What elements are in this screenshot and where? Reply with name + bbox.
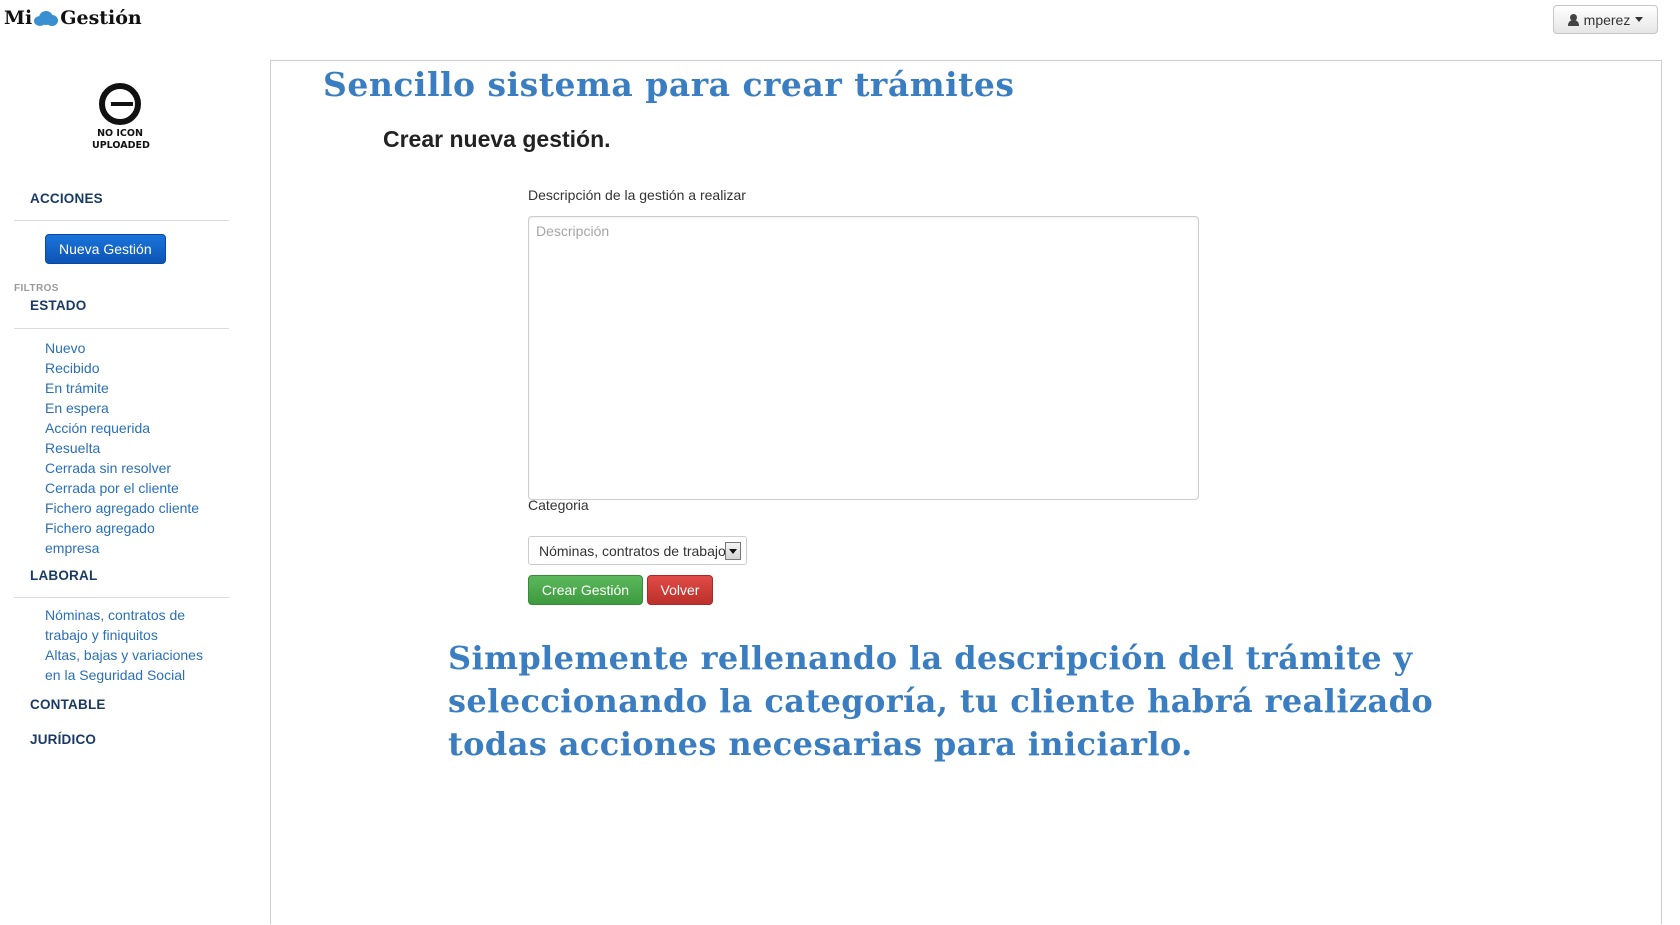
filter-nuevo[interactable]: Nuevo bbox=[45, 338, 199, 358]
filter-cerrada-por-cliente[interactable]: Cerrada por el cliente bbox=[45, 478, 199, 498]
category-altas-bajas[interactable]: Altas, bajas y variaciones bbox=[45, 645, 203, 665]
filter-en-tramite[interactable]: En trámite bbox=[45, 378, 199, 398]
filter-fichero-agregado-cliente[interactable]: Fichero agregado cliente bbox=[45, 498, 199, 518]
estado-filter-list: Nuevo Recibido En trámite En espera Acci… bbox=[45, 338, 199, 558]
brand-text-gestion: Gestión bbox=[60, 7, 142, 29]
filter-fichero-agregado-empresa-cont[interactable]: empresa bbox=[45, 538, 199, 558]
no-icon-text-line1: NO ICON bbox=[97, 128, 143, 139]
category-select[interactable]: Nóminas, contratos de trabajo y finiquit… bbox=[528, 536, 747, 565]
filter-cerrada-sin-resolver[interactable]: Cerrada sin resolver bbox=[45, 458, 199, 478]
category-altas-bajas-cont[interactable]: en la Seguridad Social bbox=[45, 665, 203, 685]
marketing-callout: Simplemente rellenando la descripción de… bbox=[448, 639, 1434, 763]
user-menu-button[interactable]: mperez bbox=[1553, 5, 1658, 34]
description-textarea[interactable] bbox=[528, 216, 1199, 500]
page-title: Crear nueva gestión. bbox=[383, 126, 611, 152]
divider bbox=[14, 328, 229, 329]
filter-en-espera[interactable]: En espera bbox=[45, 398, 199, 418]
user-icon bbox=[1567, 13, 1579, 26]
category-nominas-cont[interactable]: trabajo y finiquitos bbox=[45, 625, 203, 645]
caret-down-icon bbox=[1635, 17, 1644, 22]
filter-recibido[interactable]: Recibido bbox=[45, 358, 199, 378]
marketing-headline: Sencillo sistema para crear trámites bbox=[323, 65, 1015, 104]
section-estado: ESTADO bbox=[30, 298, 87, 313]
filter-fichero-agregado-empresa[interactable]: Fichero agregado bbox=[45, 518, 199, 538]
divider bbox=[14, 220, 229, 221]
no-icon-logo: NO ICON UPLOADED bbox=[92, 83, 150, 152]
section-juridico[interactable]: JURÍDICO bbox=[30, 732, 96, 747]
back-button[interactable]: Volver bbox=[647, 575, 713, 605]
category-selected-value: Nóminas, contratos de trabajo y finiquit… bbox=[539, 542, 725, 559]
dropdown-arrow-icon[interactable] bbox=[725, 542, 741, 560]
divider bbox=[14, 597, 229, 598]
create-gestion-button[interactable]: Crear Gestión bbox=[528, 575, 643, 605]
filters-label: FILTROS bbox=[14, 283, 59, 294]
no-icon-circle-icon bbox=[99, 83, 141, 125]
section-acciones: ACCIONES bbox=[30, 191, 103, 206]
category-nominas[interactable]: Nóminas, contratos de bbox=[45, 605, 203, 625]
user-name: mperez bbox=[1583, 11, 1631, 28]
filter-resuelta[interactable]: Resuelta bbox=[45, 438, 199, 458]
brand-logo[interactable]: Mi Gestión bbox=[4, 5, 142, 31]
section-laboral[interactable]: LABORAL bbox=[30, 568, 97, 583]
category-label: Categoria bbox=[528, 497, 589, 513]
new-gestion-button[interactable]: Nueva Gestión bbox=[45, 234, 166, 264]
brand-text-mi: Mi bbox=[4, 7, 33, 29]
cloud-icon bbox=[33, 10, 59, 26]
section-contable[interactable]: CONTABLE bbox=[30, 697, 106, 712]
filter-accion-requerida[interactable]: Acción requerida bbox=[45, 418, 199, 438]
laboral-category-list: Nóminas, contratos de trabajo y finiquit… bbox=[45, 605, 203, 685]
no-icon-text-line2: UPLOADED bbox=[92, 140, 150, 151]
description-label: Descripción de la gestión a realizar bbox=[528, 187, 746, 203]
